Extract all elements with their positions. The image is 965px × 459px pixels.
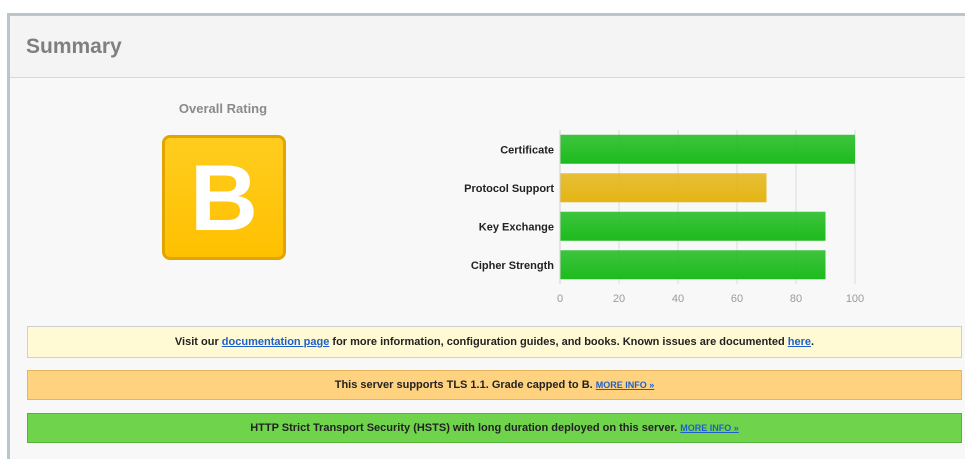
rating-chart-svg: 0 20 40 60 80 100 Certificate Protocol Support K… xyxy=(464,130,864,304)
chart-category-label: Certificate xyxy=(500,144,554,156)
hsts-more-info-link[interactable]: MORE INFO » xyxy=(680,423,739,433)
known-issues-link[interactable]: here xyxy=(788,336,811,348)
hsts-notice-text: HTTP Strict Transport Security (HSTS) wi… xyxy=(250,422,681,434)
chart-bar-cipher-strength xyxy=(560,250,826,280)
grade-badge: B xyxy=(162,135,286,260)
chart-category-label: Cipher Strength xyxy=(471,260,554,272)
chart-tick-label: 60 xyxy=(731,293,743,304)
doc-notice-suffix: . xyxy=(811,336,815,348)
chart-category-label: Protocol Support xyxy=(464,183,554,195)
chart-tick-label: 40 xyxy=(672,293,684,304)
summary-header: Summary xyxy=(10,16,965,78)
tls-more-info-link[interactable]: MORE INFO » xyxy=(596,380,655,390)
summary-panel: Summary Overall Rating B 0 20 40 60 80 100 Cer… xyxy=(7,13,965,459)
chart-bar-key-exchange xyxy=(560,211,826,241)
chart-category-label: Key Exchange xyxy=(479,221,554,233)
documentation-notice: Visit our documentation page for more in… xyxy=(27,326,962,358)
chart-tick-label: 0 xyxy=(557,293,563,304)
chart-bar-protocol-support xyxy=(560,173,767,203)
doc-notice-prefix: Visit our xyxy=(174,336,222,348)
chart-tick-label: 80 xyxy=(790,293,802,304)
summary-title: Summary xyxy=(26,35,122,58)
tls-warning-notice: This server supports TLS 1.1. Grade capp… xyxy=(27,370,962,400)
chart-bar-certificate xyxy=(560,134,855,164)
overall-rating-label: Overall Rating xyxy=(178,101,268,116)
doc-notice-middle: for more information, configuration guid… xyxy=(329,336,788,348)
documentation-page-link[interactable]: documentation page xyxy=(222,336,330,348)
hsts-notice: HTTP Strict Transport Security (HSTS) wi… xyxy=(27,413,962,443)
rating-chart: 0 20 40 60 80 100 Certificate Protocol Support K… xyxy=(440,114,900,304)
tls-notice-text: This server supports TLS 1.1. Grade capp… xyxy=(334,379,596,391)
chart-tick-label: 20 xyxy=(613,293,625,304)
chart-tick-label: 100 xyxy=(846,293,864,304)
